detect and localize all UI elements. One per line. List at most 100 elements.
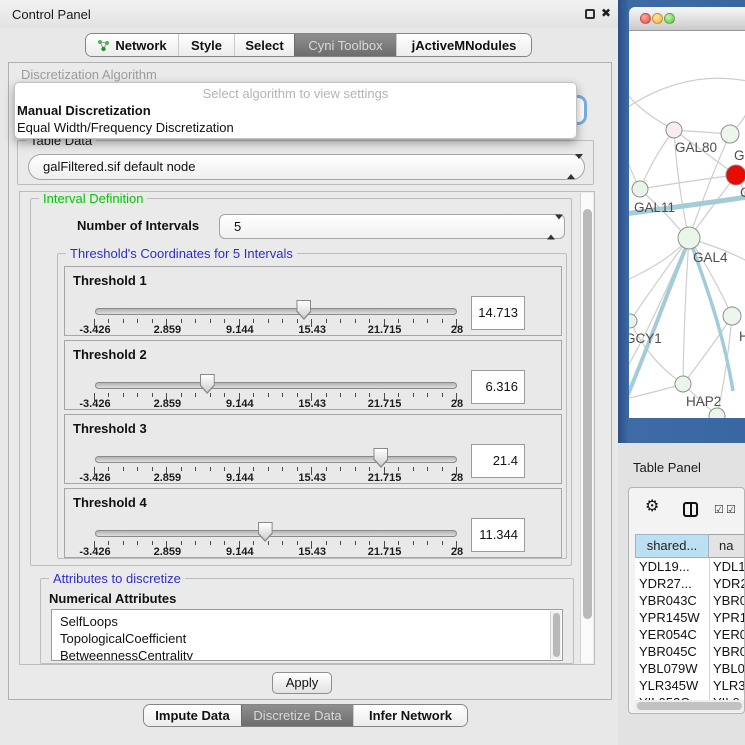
split-view-icon[interactable] xyxy=(683,502,698,517)
network-edge xyxy=(629,91,674,130)
float-window-icon[interactable] xyxy=(585,9,595,19)
network-node-gcy1[interactable] xyxy=(629,314,637,328)
close-icon[interactable]: ✖ xyxy=(601,6,611,20)
table-row[interactable]: YBR045CYBR0 xyxy=(635,643,745,660)
vertical-scrollbar[interactable] xyxy=(580,193,593,663)
network-node-h[interactable] xyxy=(723,307,741,325)
network-icon xyxy=(97,39,110,52)
table-panel-title: Table Panel xyxy=(633,460,701,475)
bottom-tab-impute-data[interactable]: Impute Data xyxy=(144,705,241,726)
threshold-panel-4: Threshold 4 -3.4262.8599.14415.4321.7152… xyxy=(64,488,562,558)
dropdown-option-equal-width-frequency[interactable]: Equal Width/Frequency Discretization xyxy=(15,119,576,136)
threshold-panel-3: Threshold 3 -3.4262.8599.14415.4321.7152… xyxy=(64,414,562,484)
checkbox-icon[interactable]: ☑ xyxy=(726,503,736,516)
thresholds-group-label: Threshold's Coordinates for 5 Intervals xyxy=(66,246,297,261)
column-header-shared[interactable]: shared... xyxy=(635,534,709,558)
cell-name: YBR0 xyxy=(709,643,745,660)
vertical-scrollbar-thumb[interactable] xyxy=(583,209,592,619)
network-node[interactable] xyxy=(709,408,725,418)
numerical-attributes-list[interactable]: SelfLoopsTopologicalCoefficientBetweenne… xyxy=(51,609,563,661)
bottom-tab-infer-network[interactable]: Infer Network xyxy=(353,705,467,726)
thresholds-group: Threshold's Coordinates for 5 Intervals … xyxy=(57,253,567,559)
table-header-row: shared... na xyxy=(635,534,745,558)
tab-label: Select xyxy=(245,38,283,53)
cell-shared-name: YBR043C xyxy=(635,592,709,609)
threshold-1-value-field[interactable]: 14.713 xyxy=(471,296,525,330)
screen: Control Panel ✖ NetworkStyle Select Cyni T… xyxy=(0,0,745,745)
list-scrollbar[interactable] xyxy=(550,611,561,659)
dropdown-placeholder: Select algorithm to view settings xyxy=(15,86,576,102)
network-node-gal80[interactable] xyxy=(666,122,682,138)
cell-name: YDL1 xyxy=(709,558,745,575)
zoom-window-button[interactable] xyxy=(664,13,675,24)
threshold-2-value-field[interactable]: 6.316 xyxy=(471,370,525,404)
attribute-item-betweennesscentrality[interactable]: BetweennessCentrality xyxy=(52,647,562,661)
cell-shared-name: YPR145W xyxy=(635,609,709,626)
gear-icon[interactable]: ⚙ xyxy=(645,496,659,515)
tab-label: Discretize Data xyxy=(253,708,341,723)
close-window-button[interactable] xyxy=(640,13,651,24)
tab-network[interactable]: Network xyxy=(86,34,178,56)
table-row[interactable]: YLR345WYLR3 xyxy=(635,677,745,694)
interval-definition-label: Interval Definition xyxy=(39,191,147,206)
column-header-name[interactable]: na xyxy=(709,534,745,558)
node-label: C xyxy=(740,185,745,200)
network-node-hap2[interactable] xyxy=(675,376,691,392)
threshold-3-value-field[interactable]: 21.4 xyxy=(471,444,525,478)
number-of-intervals-value: 5 xyxy=(234,219,241,234)
table-data-combobox[interactable]: galFiltered.sif default node xyxy=(28,154,585,180)
network-window-titlebar[interactable] xyxy=(629,7,745,31)
network-node-c[interactable] xyxy=(726,165,745,185)
minimize-window-button[interactable] xyxy=(652,13,663,24)
apply-button[interactable]: Apply xyxy=(272,672,332,694)
tab-style[interactable]: Style xyxy=(178,34,234,56)
control-panel-window: Control Panel ✖ NetworkStyle Select Cyni T… xyxy=(0,0,618,745)
cell-shared-name: YLR345W xyxy=(635,677,709,694)
cell-name: YBL0 xyxy=(709,660,745,677)
threshold-4-value-field[interactable]: 11.344 xyxy=(471,518,525,552)
tab-label: Impute Data xyxy=(155,708,229,723)
discretization-algorithm-label: Discretization Algorithm xyxy=(21,67,157,82)
network-node-gal11[interactable] xyxy=(632,181,648,197)
list-scrollbar-thumb[interactable] xyxy=(553,613,560,657)
network-view-window: GAL80GCGAL11GAL4GCY1HHAP2 xyxy=(618,0,745,443)
tab-jactivemnodules[interactable]: jActiveMNodules xyxy=(396,34,531,56)
table-row[interactable]: YDR27...YDR2 xyxy=(635,575,745,592)
network-canvas[interactable]: GAL80GCGAL11GAL4GCY1HHAP2 xyxy=(629,31,745,418)
node-label: G xyxy=(734,148,745,163)
attribute-item-topologicalcoefficient[interactable]: TopologicalCoefficient xyxy=(52,630,562,647)
network-graph[interactable]: GAL80GCGAL11GAL4GCY1HHAP2 xyxy=(629,31,745,418)
table-row[interactable]: YER054CYER0 xyxy=(635,626,745,643)
cell-name: YBR0 xyxy=(709,592,745,609)
table-row[interactable]: YPR145WYPR1 xyxy=(635,609,745,626)
table-row[interactable]: YBL079WYBL0 xyxy=(635,660,745,677)
node-label: GAL80 xyxy=(675,140,717,155)
cell-shared-name: YBR045C xyxy=(635,643,709,660)
number-of-intervals-combobox[interactable]: 5 xyxy=(219,214,565,239)
network-edge xyxy=(640,175,736,189)
table-rows: YDL19...YDL1YDR27...YDR2YBR043CYBR0YPR14… xyxy=(635,558,745,700)
checkbox-icon[interactable]: ☑ xyxy=(714,503,724,516)
tab-cyni-toolbox[interactable]: Cyni Toolbox xyxy=(294,34,396,56)
node-table: ⚙ ☑ ☑ shared... na YDL19...YDL1YDR27...Y… xyxy=(628,487,745,714)
table-row[interactable]: YDL19...YDL1 xyxy=(635,558,745,575)
table-row[interactable]: YBR043CYBR0 xyxy=(635,592,745,609)
panel-title: Control Panel xyxy=(12,7,91,22)
tab-select[interactable]: Select xyxy=(234,34,294,56)
cell-name: YPR1 xyxy=(709,609,745,626)
horizontal-scrollbar-thumb[interactable] xyxy=(637,702,742,710)
threshold-panel-2: Threshold 2 -3.4262.8599.14415.4321.7152… xyxy=(64,340,562,410)
dropdown-option-manual-discretization[interactable]: Manual Discretization xyxy=(15,102,576,119)
table-data-value: galFiltered.sif default node xyxy=(43,159,195,174)
network-node-g[interactable] xyxy=(721,125,739,143)
bottom-tab-discretize-data[interactable]: Discretize Data xyxy=(241,705,353,726)
settings-scroll-region: Interval Definition Number of Intervals … xyxy=(19,191,595,665)
attribute-item-selfloops[interactable]: SelfLoops xyxy=(52,610,562,630)
cell-name: YDR2 xyxy=(709,575,745,592)
network-node-gal4[interactable] xyxy=(678,227,700,249)
discretize-data-panel: Discretization Algorithm Select algorith… xyxy=(8,62,612,700)
horizontal-scrollbar[interactable] xyxy=(635,700,745,712)
network-edge xyxy=(629,78,745,109)
table-panel: Table Panel ⚙ ☑ ☑ shared... na YDL19...Y… xyxy=(618,443,745,745)
cell-shared-name: YDR27... xyxy=(635,575,709,592)
